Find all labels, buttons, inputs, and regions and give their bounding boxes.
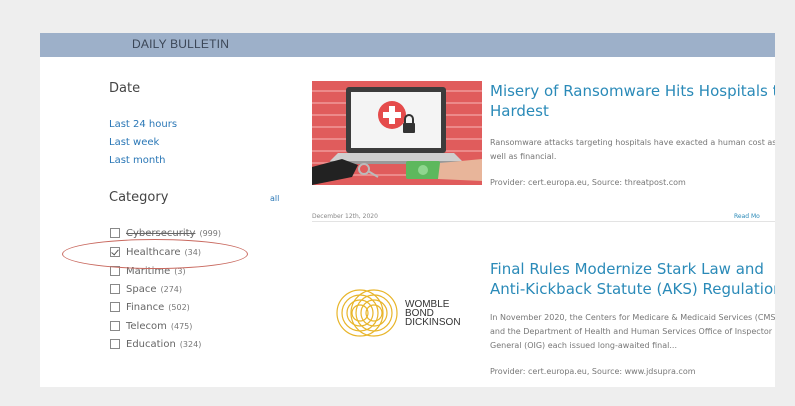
category-checkbox[interactable] [110, 339, 120, 349]
article-provider: Provider: cert.europa.eu, Source: threat… [490, 178, 686, 187]
category-checkbox[interactable] [110, 302, 120, 312]
read-more-link[interactable]: Read Mo [734, 213, 760, 220]
date-option-last-week[interactable]: Last week [109, 137, 159, 148]
article-divider [312, 221, 775, 222]
article-description-line: General (OIG) each issued long-awaited f… [490, 341, 677, 350]
logo-wordmark: WOMBLE BOND DICKINSON [405, 299, 461, 328]
article-title-line[interactable]: Anti-Kickback Statute (AKS) Regulations [490, 279, 775, 299]
category-item-cybersecurity[interactable]: Cybersecurity (999) [110, 226, 221, 240]
article-description-line: In November 2020, the Centers for Medica… [490, 313, 775, 322]
category-filter-title: Category [109, 190, 169, 205]
article-title-line[interactable]: Final Rules Modernize Stark Law and [490, 259, 764, 279]
header-bar: DAILY BULLETIN [40, 33, 775, 57]
highlight-annotation-oval [62, 239, 248, 269]
date-option-last-month[interactable]: Last month [109, 155, 165, 166]
date-filter-title: Date [109, 81, 141, 96]
ransomware-illustration[interactable] [312, 81, 482, 185]
article-description-line: well as financial. [490, 152, 557, 161]
category-item-telecom[interactable]: Telecom (475) [110, 319, 192, 333]
category-checkbox[interactable] [110, 284, 120, 294]
category-item-finance[interactable]: Finance (502) [110, 300, 190, 314]
article-title-line[interactable]: Misery of Ransomware Hits Hospitals the [490, 81, 775, 101]
category-all-link[interactable]: all [270, 194, 279, 203]
date-option-last-24-hours[interactable]: Last 24 hours [109, 119, 177, 130]
category-checkbox[interactable] [110, 228, 120, 238]
bulletin-panel: DAILY BULLETIN Date Last 24 hours Last w… [40, 33, 775, 387]
category-checkbox[interactable] [110, 321, 120, 331]
womble-bond-dickinson-logo[interactable]: WOMBLE BOND DICKINSON [312, 273, 482, 377]
ransomware-laptop-image [312, 81, 482, 185]
app-title: DAILY BULLETIN [132, 37, 230, 51]
article-description-line: and the Department of Health and Human S… [490, 327, 773, 336]
article-provider: Provider: cert.europa.eu, Source: www.jd… [490, 367, 696, 376]
category-item-space[interactable]: Space (274) [110, 282, 182, 296]
article-title-line[interactable]: Hardest [490, 101, 549, 121]
category-item-education[interactable]: Education (324) [110, 337, 201, 351]
article-date: December 12th, 2020 [312, 213, 378, 220]
article-description-line: Ransomware attacks targeting hospitals h… [490, 138, 775, 147]
